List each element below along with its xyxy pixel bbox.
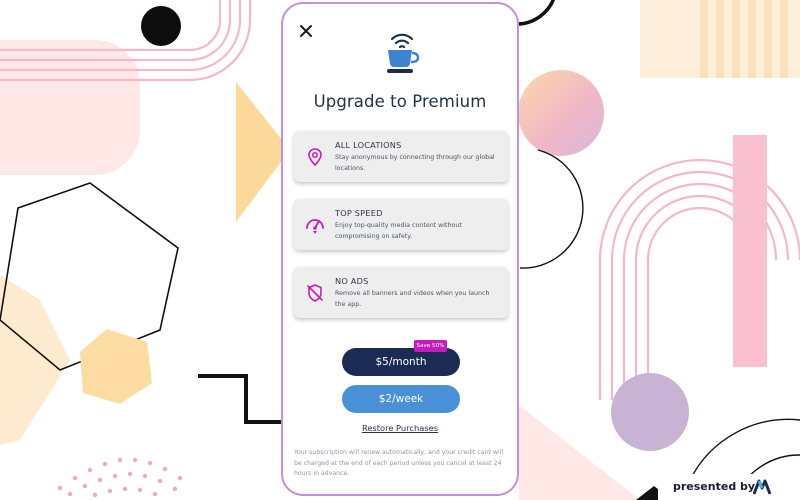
feature-card-all-locations: ALL LOCATIONS Stay anonymous by connecti… <box>294 131 508 182</box>
location-pin-icon <box>308 148 322 167</box>
weekly-plan-button[interactable]: $2/week <box>342 385 460 413</box>
page-title: Upgrade to Premium <box>313 92 487 111</box>
coffee-cup-wifi-icon <box>387 33 420 73</box>
feature-description: Enjoy top-quality media content without … <box>335 222 462 240</box>
feature-description: Stay anonymous by connecting through our… <box>335 154 495 172</box>
presented-by-badge: presented by <box>658 474 800 500</box>
feature-card-no-ads: NO ADS Remove all banners and videos whe… <box>294 267 508 318</box>
feature-description: Remove all banners and videos when you l… <box>335 290 490 308</box>
close-icon[interactable] <box>297 22 315 40</box>
premium-upgrade-modal: Upgrade to Premium ALL LOCATIONS Stay an… <box>281 2 519 496</box>
feature-title: NO ADS <box>335 276 369 286</box>
speedometer-icon <box>306 219 324 234</box>
presented-by-text: presented by <box>673 480 756 493</box>
brand-logo-icon <box>753 479 771 495</box>
save-badge: Save 50% <box>414 340 447 352</box>
feature-title: TOP SPEED <box>335 208 383 218</box>
monthly-plan-button[interactable]: $5/month <box>342 348 460 376</box>
feature-title: ALL LOCATIONS <box>335 140 402 150</box>
restore-purchases-link[interactable]: Restore Purchases <box>283 423 517 433</box>
feature-card-top-speed: TOP SPEED Enjoy top-quality media conten… <box>294 199 508 250</box>
shield-off-icon <box>307 284 323 302</box>
subscription-fine-print: Your subscription will renew automatical… <box>294 449 504 477</box>
